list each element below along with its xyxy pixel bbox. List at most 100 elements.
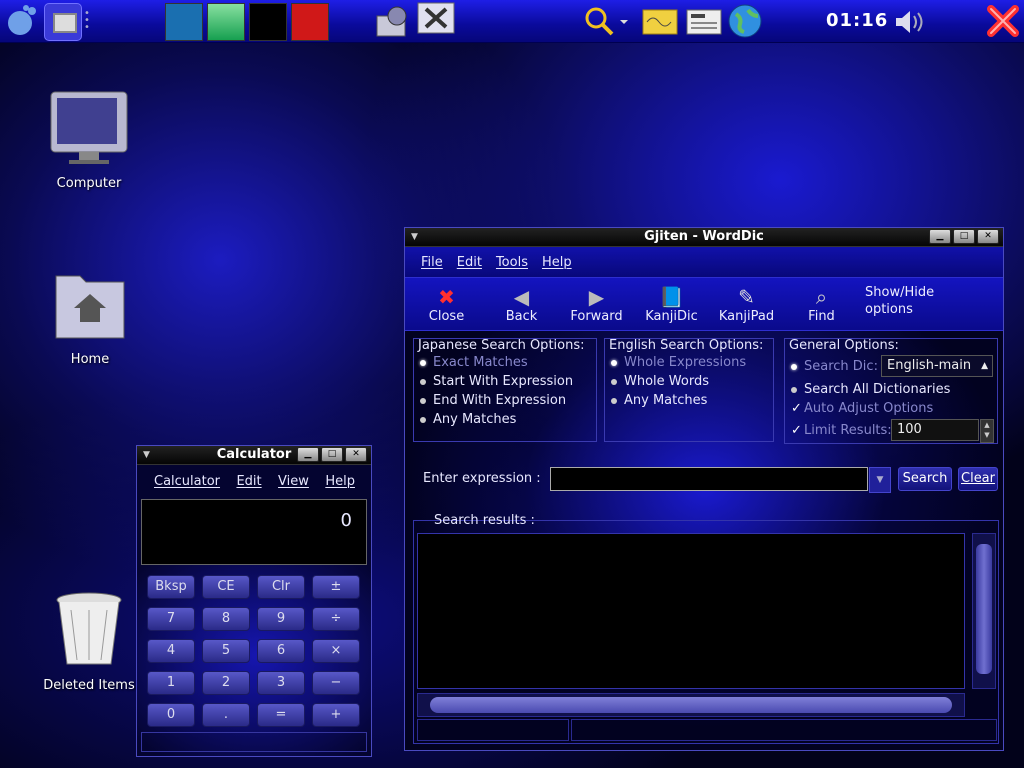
clock[interactable]: 01:16 bbox=[826, 10, 888, 31]
gjiten-titlebar[interactable]: ▼ Gjiten - WordDic ▁ □ ✕ bbox=[405, 228, 1003, 247]
limit-results-field[interactable]: 100 bbox=[891, 419, 979, 441]
trash-icon bbox=[56, 592, 122, 665]
subtract-button[interactable]: − bbox=[312, 671, 360, 695]
menu-view[interactable]: View bbox=[278, 474, 309, 489]
digit-1-button[interactable]: 1 bbox=[147, 671, 195, 695]
workspace-4[interactable] bbox=[291, 3, 329, 41]
english-options-title: English Search Options: bbox=[609, 338, 764, 353]
radio-label: Any Matches bbox=[624, 393, 708, 408]
expression-dropdown-button[interactable]: ▼ bbox=[869, 467, 891, 493]
dictionary-select-value: English-main bbox=[887, 358, 972, 373]
show-hide-options-button[interactable]: Show/Hide options bbox=[859, 284, 955, 330]
status-cell-left bbox=[417, 719, 569, 741]
digit-7-button[interactable]: 7 bbox=[147, 607, 195, 631]
maximize-button[interactable]: □ bbox=[321, 447, 343, 462]
file-manager-icon[interactable] bbox=[373, 4, 411, 40]
menu-edit[interactable]: Edit bbox=[457, 255, 482, 270]
clear-entry-button[interactable]: CE bbox=[202, 575, 250, 599]
radio-whole-words[interactable]: Whole Words bbox=[611, 374, 709, 389]
globe-icon[interactable] bbox=[726, 2, 764, 40]
preferences-icon[interactable] bbox=[416, 1, 456, 41]
back-button[interactable]: ◀ Back bbox=[484, 285, 559, 330]
window-menu-icon[interactable]: ▼ bbox=[143, 446, 150, 464]
workspace-3[interactable] bbox=[249, 3, 287, 41]
close-tool-label: Close bbox=[428, 309, 465, 324]
menu-help[interactable]: Help bbox=[542, 255, 572, 270]
multiply-button[interactable]: × bbox=[312, 639, 360, 663]
equals-button[interactable]: = bbox=[257, 703, 305, 727]
expression-input[interactable] bbox=[550, 467, 868, 491]
horizontal-scrollbar[interactable] bbox=[417, 693, 965, 717]
checkbox-auto-adjust[interactable]: ✓ Auto Adjust Options bbox=[791, 401, 933, 416]
sticky-notes-icon[interactable] bbox=[639, 4, 681, 38]
workspace-2[interactable] bbox=[207, 3, 245, 41]
minimize-button[interactable]: ▁ bbox=[297, 447, 319, 462]
window-menu-icon[interactable]: ▼ bbox=[411, 228, 418, 246]
find-button[interactable]: ⌕ Find bbox=[784, 285, 859, 330]
radio-end-with-expression[interactable]: End With Expression bbox=[420, 393, 566, 408]
decimal-button[interactable]: . bbox=[202, 703, 250, 727]
limit-spinner[interactable]: ▲ ▼ bbox=[980, 419, 994, 443]
kanjipad-button[interactable]: ✎ KanjiPad bbox=[709, 285, 784, 330]
workspace-1[interactable] bbox=[165, 3, 203, 41]
logout-icon[interactable] bbox=[985, 3, 1021, 39]
show-desktop-icon[interactable] bbox=[44, 3, 82, 41]
desktop-icon-home[interactable]: Home bbox=[35, 270, 145, 367]
digit-9-button[interactable]: 9 bbox=[257, 607, 305, 631]
close-button[interactable]: ✕ bbox=[977, 229, 999, 244]
forward-label: Forward bbox=[570, 309, 623, 324]
menu-tools[interactable]: Tools bbox=[496, 255, 528, 270]
dots-handle-icon[interactable]: • • • bbox=[84, 9, 90, 33]
calculator-titlebar[interactable]: ▼ Calculator ▁ □ ✕ bbox=[137, 446, 371, 465]
kanjidic-button[interactable]: 📘 KanjiDic bbox=[634, 285, 709, 330]
clear-button[interactable]: Clear bbox=[958, 467, 998, 491]
digit-2-button[interactable]: 2 bbox=[202, 671, 250, 695]
digit-8-button[interactable]: 8 bbox=[202, 607, 250, 631]
news-icon[interactable] bbox=[683, 4, 725, 38]
digit-5-button[interactable]: 5 bbox=[202, 639, 250, 663]
clear-button[interactable]: Clr bbox=[257, 575, 305, 599]
scrollbar-thumb[interactable] bbox=[976, 544, 992, 674]
divide-button[interactable]: ÷ bbox=[312, 607, 360, 631]
vertical-scrollbar[interactable] bbox=[972, 533, 996, 689]
menu-calculator[interactable]: Calculator bbox=[154, 474, 220, 489]
sign-button[interactable]: ± bbox=[312, 575, 360, 599]
checkbox-limit-results[interactable]: ✓ Limit Results: bbox=[791, 423, 892, 438]
maximize-button[interactable]: □ bbox=[953, 229, 975, 244]
close-button[interactable]: ✕ bbox=[345, 447, 367, 462]
search-button[interactable]: Search bbox=[898, 467, 952, 491]
search-results-area[interactable] bbox=[417, 533, 965, 689]
radio-search-dic[interactable]: Search Dic: bbox=[791, 359, 878, 374]
backspace-button[interactable]: Bksp bbox=[147, 575, 195, 599]
radio-any-matches-en[interactable]: Any Matches bbox=[611, 393, 707, 408]
back-arrow-icon: ◀ bbox=[513, 285, 530, 309]
search-icon[interactable] bbox=[582, 4, 628, 38]
radio-any-matches-jp[interactable]: Any Matches bbox=[420, 412, 516, 427]
calculator-keypad: Bksp CE Clr ± 7 8 9 ÷ 4 5 6 × 1 2 3 − 0 … bbox=[147, 575, 371, 727]
minimize-button[interactable]: ▁ bbox=[929, 229, 951, 244]
forward-button[interactable]: ▶ Forward bbox=[559, 285, 634, 330]
radio-start-with-expression[interactable]: Start With Expression bbox=[420, 374, 573, 389]
radio-icon bbox=[420, 378, 426, 385]
menu-help[interactable]: Help bbox=[325, 474, 355, 489]
digit-0-button[interactable]: 0 bbox=[147, 703, 195, 727]
menu-file[interactable]: File bbox=[421, 255, 443, 270]
dictionary-select[interactable]: English-main ▲ bbox=[881, 355, 993, 377]
show-hide-label: Show/Hide bbox=[865, 285, 935, 300]
scrollbar-thumb[interactable] bbox=[430, 697, 952, 713]
digit-6-button[interactable]: 6 bbox=[257, 639, 305, 663]
desktop-icon-trash[interactable]: Deleted Items bbox=[34, 590, 144, 693]
gnome-foot-icon[interactable] bbox=[4, 3, 40, 39]
close-tool-button[interactable]: ✖ Close bbox=[409, 285, 484, 330]
radio-exact-matches[interactable]: Exact Matches bbox=[420, 355, 528, 370]
calculator-window: ▼ Calculator ▁ □ ✕ Calculator Edit View … bbox=[136, 445, 372, 757]
volume-icon[interactable] bbox=[893, 8, 927, 36]
desktop-icon-computer[interactable]: Computer bbox=[34, 90, 144, 191]
digit-3-button[interactable]: 3 bbox=[257, 671, 305, 695]
menu-edit[interactable]: Edit bbox=[236, 474, 261, 489]
radio-search-all[interactable]: Search All Dictionaries bbox=[791, 382, 950, 397]
home-folder-icon bbox=[55, 275, 125, 339]
add-button[interactable]: + bbox=[312, 703, 360, 727]
digit-4-button[interactable]: 4 bbox=[147, 639, 195, 663]
radio-whole-expressions[interactable]: Whole Expressions bbox=[611, 355, 746, 370]
